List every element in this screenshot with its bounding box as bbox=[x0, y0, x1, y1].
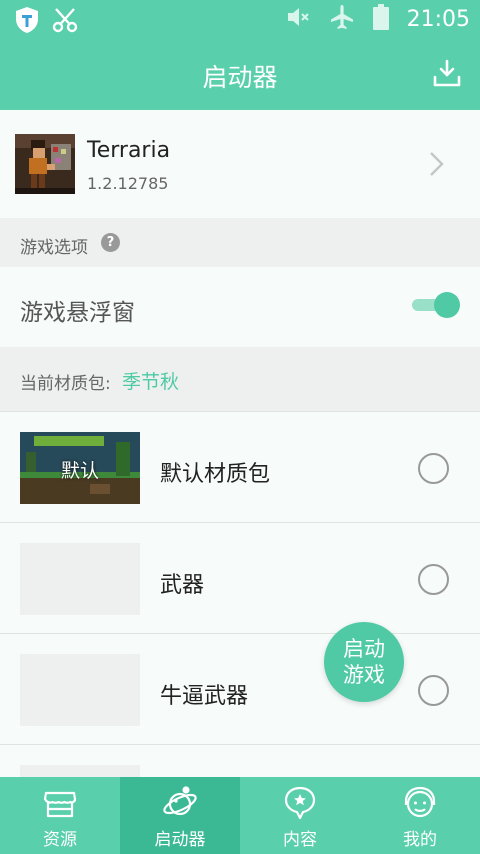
game-name: Terraria bbox=[87, 138, 171, 163]
headset-face-icon bbox=[404, 786, 436, 818]
launch-game-button[interactable]: 启动 游戏 bbox=[324, 622, 404, 702]
chevron-right-icon bbox=[428, 150, 446, 178]
list-item[interactable]: 牛逼武器 bbox=[0, 633, 480, 744]
floating-window-toggle[interactable] bbox=[412, 291, 460, 319]
nav-tab-content[interactable]: 内容 bbox=[240, 777, 360, 854]
pack-radio[interactable] bbox=[418, 564, 449, 595]
bottom-nav: 资源 启动器 内容 我的 bbox=[0, 777, 480, 854]
nav-label: 启动器 bbox=[154, 830, 206, 850]
nav-label: 内容 bbox=[283, 830, 317, 850]
pack-thumbnail bbox=[20, 543, 140, 615]
current-pack-label: 当前材质包: bbox=[20, 374, 111, 394]
list-item[interactable]: 武器 bbox=[0, 522, 480, 633]
download-icon bbox=[433, 59, 461, 87]
floating-window-label: 游戏悬浮窗 bbox=[20, 300, 135, 326]
help-icon[interactable]: ? bbox=[101, 233, 120, 252]
current-pack-value: 季节秋 bbox=[122, 371, 180, 393]
clock-time: 21:05 bbox=[406, 6, 470, 32]
toggle-knob bbox=[434, 292, 460, 318]
pack-thumbnail bbox=[20, 654, 140, 726]
launch-label-line2: 游戏 bbox=[343, 663, 385, 687]
download-button[interactable] bbox=[432, 58, 462, 88]
game-options-header: 游戏选项 ? bbox=[0, 218, 480, 267]
pack-radio[interactable] bbox=[418, 453, 449, 484]
planet-icon bbox=[163, 786, 197, 816]
list-item[interactable]: 默认 默认材质包 bbox=[0, 411, 480, 522]
app-header: 启动器 bbox=[0, 40, 480, 110]
texture-pack-header: 当前材质包: 季节秋 bbox=[0, 347, 480, 411]
nav-label: 我的 bbox=[403, 830, 437, 850]
battery-icon bbox=[372, 4, 389, 34]
pack-name: 牛逼武器 bbox=[160, 684, 249, 709]
scissors-icon bbox=[52, 7, 78, 37]
nav-label: 资源 bbox=[43, 830, 77, 850]
launch-label-line1: 启动 bbox=[343, 637, 385, 661]
store-icon bbox=[43, 791, 77, 818]
game-selector[interactable]: Terraria 1.2.12785 bbox=[0, 110, 480, 218]
nav-tab-launcher[interactable]: 启动器 bbox=[120, 777, 240, 854]
pack-thumbnail: 默认 bbox=[20, 432, 140, 504]
shield-icon bbox=[14, 6, 40, 38]
airplane-icon bbox=[329, 4, 355, 34]
pack-name: 默认材质包 bbox=[160, 462, 271, 487]
pack-thumb-label: 默认 bbox=[61, 460, 100, 482]
nav-tab-profile[interactable]: 我的 bbox=[360, 777, 480, 854]
pack-name: 武器 bbox=[160, 573, 205, 598]
game-version: 1.2.12785 bbox=[87, 174, 169, 193]
status-bar: 21:05 bbox=[0, 0, 480, 40]
star-bubble-icon bbox=[284, 786, 316, 820]
nav-tab-resources[interactable]: 资源 bbox=[0, 777, 120, 854]
floating-window-row: 游戏悬浮窗 bbox=[0, 267, 480, 347]
pack-radio[interactable] bbox=[418, 675, 449, 706]
section-label: 游戏选项 bbox=[20, 238, 88, 258]
mute-icon bbox=[285, 4, 311, 34]
game-icon bbox=[15, 134, 75, 194]
page-title: 启动器 bbox=[202, 63, 278, 92]
